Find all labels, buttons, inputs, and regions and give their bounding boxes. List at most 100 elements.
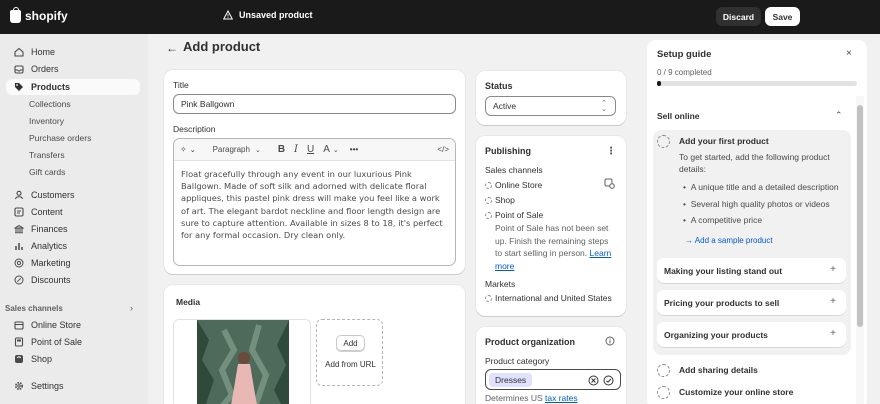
sidebar-item-label: Point of Sale — [31, 337, 83, 347]
sidebar-item-settings[interactable]: Settings — [6, 378, 140, 394]
status-select[interactable]: Active ⌃ ⌄ — [485, 96, 616, 116]
task-description: To get started, add the following produc… — [679, 152, 830, 174]
back-arrow-icon[interactable]: ← — [166, 41, 178, 55]
bullet-text: A competitive price — [690, 215, 763, 225]
sidebar-subitem-purchase-orders[interactable]: Purchase orders — [29, 133, 91, 143]
publishing-menu-icon[interactable]: ⋮ — [606, 146, 616, 157]
underline-button[interactable]: U — [307, 144, 314, 155]
subtask-label: Organizing your products — [664, 329, 768, 340]
text-color-button[interactable]: A ⌄ — [323, 144, 339, 155]
subtask-pricing[interactable]: Pricing your products to sell + — [657, 290, 846, 315]
sidebar-item-marketing[interactable]: Marketing — [6, 255, 140, 271]
task-incomplete-icon[interactable] — [657, 364, 670, 377]
sidebar-channel-point-of-sale[interactable]: Point of Sale — [6, 334, 140, 350]
chevron-right-icon[interactable]: › — [130, 303, 133, 313]
sidebar-item-customers[interactable]: Customers — [6, 187, 140, 203]
code-view-button[interactable]: </> — [437, 145, 449, 154]
channel-point-of-sale: Point of Sale — [495, 210, 544, 220]
bullet-item: • Several high quality photos or videos — [683, 199, 830, 209]
markets-value: International and United States — [495, 293, 612, 303]
task-incomplete-icon[interactable] — [657, 386, 670, 399]
chart-icon — [15, 243, 23, 250]
store-icon — [14, 321, 24, 330]
unsaved-label: Unsaved product — [239, 10, 313, 20]
sidebar-item-label: Orders — [31, 64, 59, 74]
top-bar: shopify Unsaved product Discard Save — [0, 0, 880, 34]
sidebar-item-finances[interactable]: Finances — [6, 221, 140, 237]
bold-button[interactable]: B — [278, 144, 285, 155]
scrollbar-thumb[interactable] — [857, 105, 863, 327]
task-incomplete-icon[interactable] — [657, 135, 670, 148]
shopify-logo[interactable]: shopify — [10, 6, 68, 23]
sidebar-channel-online-store[interactable]: Online Store — [6, 317, 140, 333]
progress-fill — [657, 81, 661, 86]
warning-icon — [223, 10, 233, 20]
add-media-button[interactable]: Add — [336, 335, 365, 351]
magic-icon[interactable]: ✧ ⌄ — [180, 145, 196, 154]
sidebar-item-label: Products — [31, 82, 71, 92]
editor-toolbar: ✧ ⌄ Paragraph ⌄ B I U A ⌄ ••• </> — [174, 139, 455, 161]
more-options-button[interactable]: ••• — [350, 145, 358, 154]
sidebar-subitem-gift-cards[interactable]: Gift cards — [29, 167, 65, 177]
home-icon — [14, 47, 24, 57]
markets-label: Markets — [485, 279, 516, 289]
add-sample-product-link[interactable]: → Add a sample product — [685, 236, 773, 245]
italic-button[interactable]: I — [294, 144, 298, 155]
description-text[interactable]: Float gracefully through any event in ou… — [174, 161, 455, 248]
bullet-text: Several high quality photos or videos — [690, 199, 830, 209]
add-media-dropzone[interactable]: Add Add from URL — [316, 319, 383, 386]
confirm-check-icon[interactable] — [603, 375, 614, 386]
sidebar-subitem-transfers[interactable]: Transfers — [29, 150, 65, 160]
shopify-bag-icon — [10, 6, 21, 23]
close-icon[interactable]: × — [846, 48, 852, 59]
sidebar-item-label: Content — [31, 207, 63, 217]
subtask-organizing[interactable]: Organizing your products + — [657, 322, 846, 347]
description-label: Description — [173, 124, 216, 134]
save-button[interactable]: Save — [765, 7, 800, 26]
media-title: Media — [176, 297, 201, 307]
product-image[interactable] — [173, 319, 311, 404]
sidebar-item-label: Settings — [31, 381, 64, 391]
guide-scrollbar[interactable] — [856, 96, 864, 404]
category-input[interactable]: Dresses — [485, 369, 621, 390]
sales-channels-label: Sales channels — [485, 165, 543, 175]
add-from-url-link[interactable]: Add from URL — [317, 360, 384, 369]
chevron-up-icon[interactable]: ⌃ — [835, 110, 843, 121]
task-customize-store[interactable]: Customize your online store — [679, 387, 793, 397]
task-sharing-details[interactable]: Add sharing details — [679, 365, 758, 375]
sidebar-item-label: Discounts — [31, 275, 71, 285]
sidebar-item-content[interactable]: Content — [6, 204, 140, 220]
sidebar-channel-shop[interactable]: Shop — [6, 351, 140, 367]
category-tag[interactable]: Dresses — [489, 372, 533, 387]
sidebar-item-products[interactable]: Products — [6, 79, 140, 95]
discard-button[interactable]: Discard — [716, 7, 761, 26]
manage-channels-icon[interactable] — [604, 178, 615, 189]
sidebar-subitem-collections[interactable]: Collections — [29, 99, 71, 109]
progress-text: 0 / 9 completed — [657, 68, 712, 77]
setup-guide-panel: Setup guide × 0 / 9 completed Sell onlin… — [647, 40, 867, 404]
tax-rates-link[interactable]: tax rates — [545, 393, 578, 403]
info-icon[interactable] — [605, 336, 615, 346]
clear-icon[interactable] — [588, 375, 599, 386]
sidebar-item-label: Home — [31, 47, 56, 57]
paragraph-select[interactable]: Paragraph ⌄ — [213, 145, 261, 154]
subtask-listing-stand-out[interactable]: Making your listing stand out + — [657, 258, 846, 283]
content-icon — [14, 207, 24, 217]
channel-status-icon — [485, 197, 492, 204]
title-input[interactable]: Pink Ballgown — [173, 94, 456, 114]
sidebar-item-discounts[interactable]: Discounts — [6, 272, 140, 288]
sidebar-subitem-inventory[interactable]: Inventory — [29, 116, 64, 126]
bank-icon — [14, 224, 24, 234]
channel-online-store: Online Store — [495, 180, 543, 190]
sidebar-item-orders[interactable]: Orders — [6, 61, 140, 77]
subtask-label: Making your listing stand out — [664, 265, 783, 276]
select-chevron-icon: ⌃ ⌄ — [601, 100, 607, 113]
channel-status-icon — [485, 182, 492, 189]
pos-note: Point of Sale has not been set up. Finis… — [495, 222, 617, 272]
sidebar-item-label: Shop — [31, 354, 53, 364]
sales-channels-heading: Sales channels — [5, 304, 63, 313]
sidebar-item-home[interactable]: Home — [6, 44, 140, 60]
sidebar-item-analytics[interactable]: Analytics — [6, 238, 140, 254]
gear-icon — [14, 381, 24, 391]
plus-icon: + — [830, 296, 836, 307]
